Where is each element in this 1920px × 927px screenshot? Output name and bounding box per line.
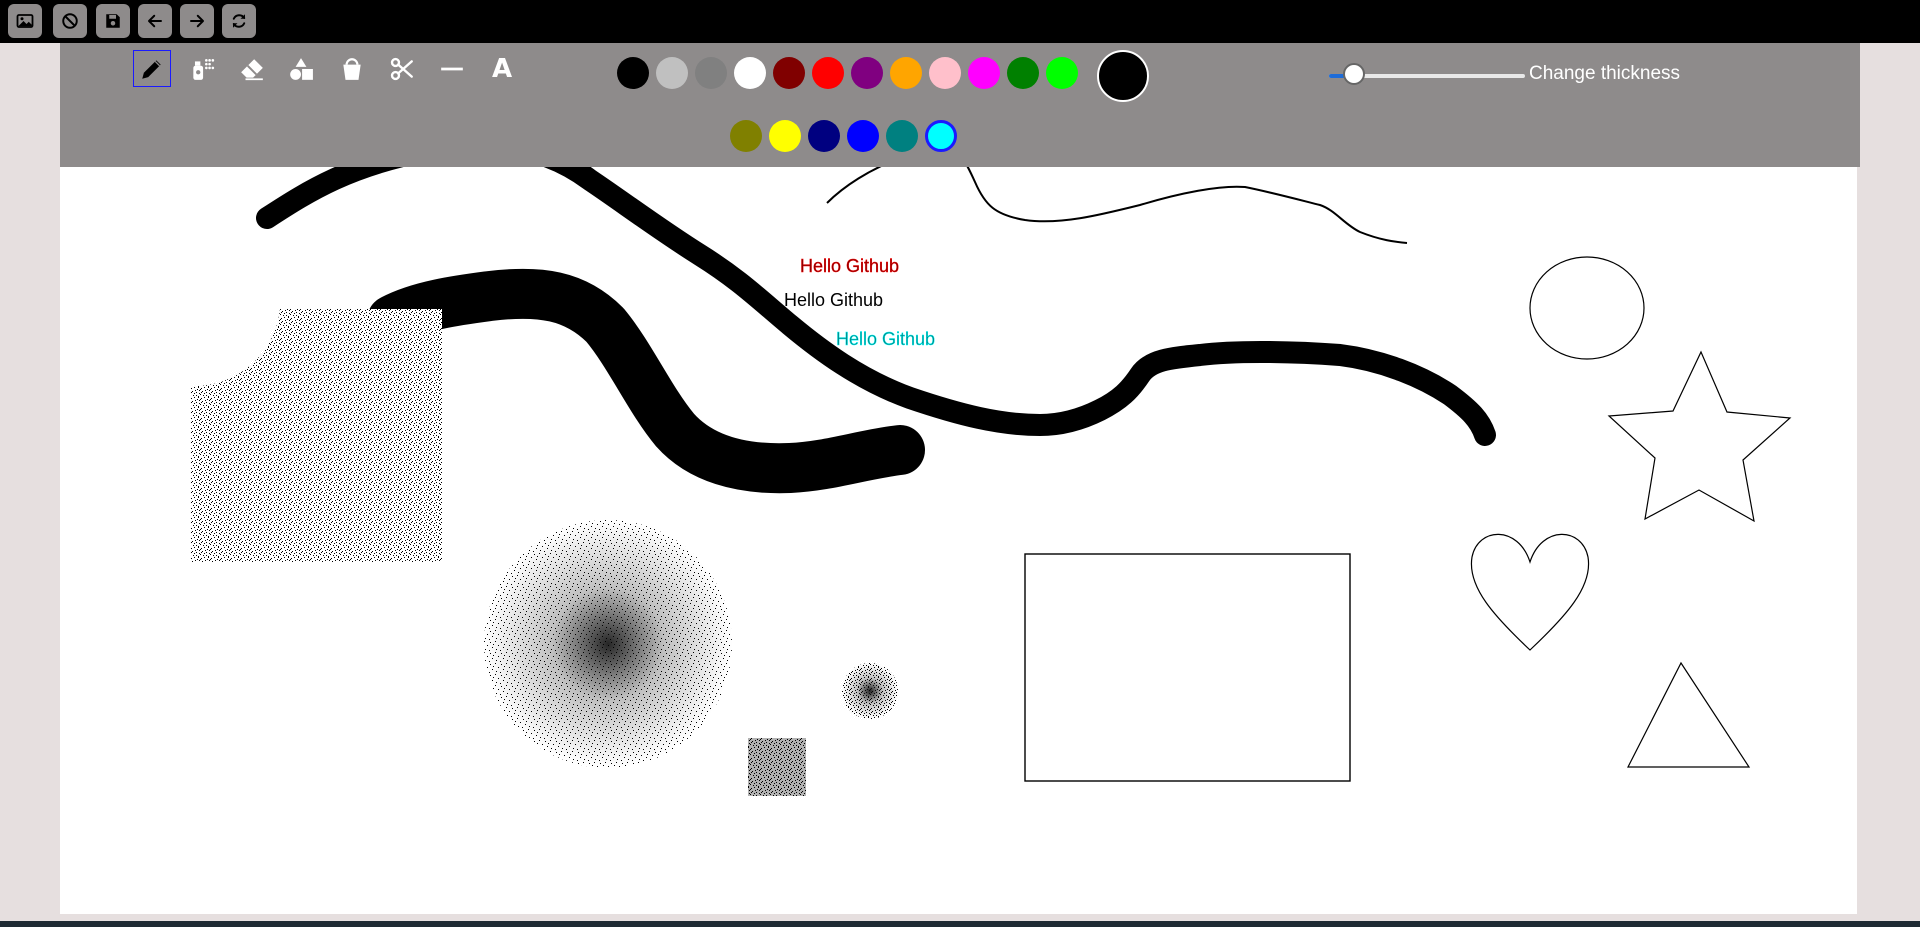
- color-swatch-c0c0c0[interactable]: [656, 57, 688, 89]
- canvas-drawing: Hello Github Hello Github Hello Github: [191, 167, 1792, 796]
- current-color-indicator: [1097, 50, 1149, 102]
- spray-square-large: [191, 309, 442, 562]
- arrow-right-icon: [190, 14, 204, 28]
- color-swatch-ff0000[interactable]: [812, 57, 844, 89]
- refresh-button[interactable]: [222, 4, 256, 38]
- bottom-strip: [0, 921, 1920, 927]
- line-tool[interactable]: [433, 50, 471, 87]
- redo-button[interactable]: [180, 4, 214, 38]
- image-icon: [16, 14, 34, 28]
- color-swatch-0000ff[interactable]: [847, 120, 879, 152]
- cut-tool[interactable]: [383, 50, 421, 87]
- color-swatch-808000[interactable]: [730, 120, 762, 152]
- eraser-icon: [241, 58, 263, 80]
- thickness-slider[interactable]: [1329, 62, 1525, 90]
- open-image-button[interactable]: [8, 4, 42, 38]
- fill-bucket-tool[interactable]: [333, 50, 371, 87]
- color-swatch-008080[interactable]: [886, 120, 918, 152]
- spray-circle-large: [484, 520, 732, 768]
- clear-button[interactable]: [53, 4, 87, 38]
- brush-stroke-bold: [367, 268, 925, 494]
- color-swatch-ffff00[interactable]: [769, 120, 801, 152]
- pencil-tool[interactable]: [133, 50, 171, 87]
- tool-panel: A Change thickness: [60, 43, 1860, 167]
- undo-button[interactable]: [138, 4, 172, 38]
- thickness-label: Change thickness: [1529, 63, 1681, 84]
- color-swatch-008000[interactable]: [1007, 57, 1039, 89]
- floppy-disk-icon: [106, 14, 120, 28]
- arrow-left-icon: [148, 14, 162, 28]
- color-swatch-808080[interactable]: [695, 57, 727, 89]
- eraser-tool[interactable]: [233, 50, 271, 87]
- shapes-icon: [290, 57, 313, 80]
- color-swatch-ffffff[interactable]: [734, 57, 766, 89]
- color-swatch-800080[interactable]: [851, 57, 883, 89]
- color-swatch-00ff00[interactable]: [1046, 57, 1078, 89]
- color-swatch-800000[interactable]: [773, 57, 805, 89]
- triangle-shape: [1627, 661, 1751, 768]
- canvas-text-black: Hello Github: [784, 290, 883, 310]
- spray-tool[interactable]: [183, 50, 221, 87]
- color-swatch-ffc0cb[interactable]: [929, 57, 961, 89]
- star-shape: [1607, 350, 1792, 523]
- spray-circle-small: [842, 663, 898, 719]
- pencil-icon: [142, 59, 161, 79]
- color-swatch-000000[interactable]: [617, 57, 649, 89]
- text-tool[interactable]: A: [483, 50, 521, 87]
- pencil-line: [826, 167, 1408, 244]
- color-swatch-ff00ff[interactable]: [968, 57, 1000, 89]
- save-button[interactable]: [96, 4, 130, 38]
- canvas-text-cyan: Hello Github: [836, 329, 935, 349]
- canvas-text-red: Hello Github: [800, 256, 899, 276]
- line-icon: [441, 67, 463, 70]
- color-swatch-00ffff[interactable]: [925, 120, 957, 152]
- top-toolbar: [0, 0, 1920, 43]
- color-swatch-000080[interactable]: [808, 120, 840, 152]
- scissors-icon: [390, 57, 413, 80]
- text-a-icon: A: [491, 53, 513, 84]
- ban-icon: [62, 13, 78, 29]
- color-swatch-ffa500[interactable]: [890, 57, 922, 89]
- rectangle-shape: [1024, 553, 1351, 782]
- refresh-icon: [232, 14, 246, 28]
- ellipse-shape: [1529, 256, 1645, 360]
- drawing-canvas[interactable]: Hello Github Hello Github Hello Github: [60, 167, 1857, 914]
- heart-shape: [1470, 533, 1590, 651]
- spray-can-icon: [193, 58, 215, 80]
- slider-thumb[interactable]: [1343, 63, 1365, 85]
- bucket-icon: [343, 57, 361, 80]
- shapes-tool[interactable]: [282, 50, 320, 87]
